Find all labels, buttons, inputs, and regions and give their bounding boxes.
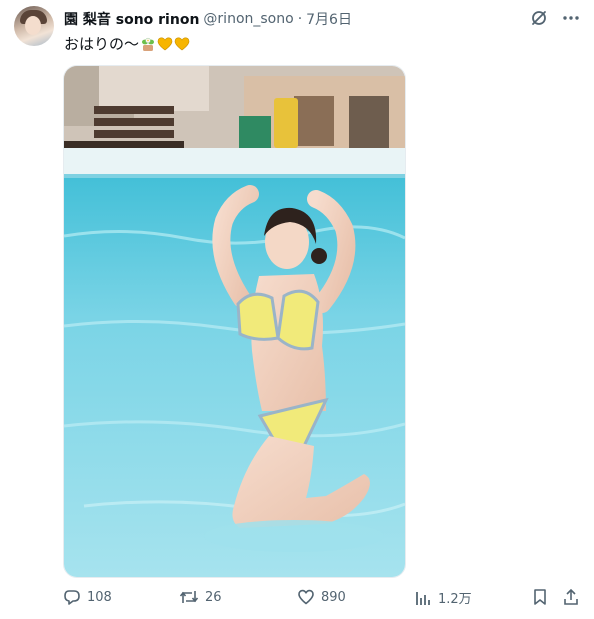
tweet-header: 園 梨音 sono rinon @rinon_sono · 7月6日 bbox=[64, 9, 352, 29]
tweet-action-bar: 108 26 890 1.2万 bbox=[0, 588, 594, 610]
share-button[interactable] bbox=[562, 588, 580, 606]
yellow-heart-emoji bbox=[174, 36, 190, 52]
views-icon bbox=[414, 589, 432, 607]
like-count: 890 bbox=[321, 589, 346, 605]
tweet-text: おはりの〜 bbox=[64, 33, 190, 54]
retweet-count: 26 bbox=[205, 589, 222, 605]
views-count: 1.2万 bbox=[438, 592, 472, 607]
heart-icon bbox=[297, 588, 315, 606]
tweet-card[interactable]: 園 梨音 sono rinon @rinon_sono · 7月6日 おはりの〜 bbox=[0, 0, 594, 619]
bookmark-button[interactable] bbox=[531, 588, 549, 606]
reply-icon bbox=[63, 588, 81, 606]
separator-dot: · bbox=[297, 11, 303, 27]
tweet-text-body: おはりの〜 bbox=[64, 35, 140, 53]
avatar[interactable] bbox=[14, 6, 54, 46]
tweet-date[interactable]: 7月6日 bbox=[306, 9, 352, 29]
grok-icon[interactable] bbox=[530, 9, 548, 27]
retweet-button[interactable]: 26 bbox=[179, 588, 222, 606]
like-button[interactable]: 890 bbox=[297, 588, 346, 606]
share-icon bbox=[562, 588, 580, 606]
reply-button[interactable]: 108 bbox=[63, 588, 112, 606]
reply-count: 108 bbox=[87, 589, 112, 605]
more-icon[interactable] bbox=[562, 9, 580, 27]
yellow-heart-emoji bbox=[157, 36, 173, 52]
retweet-icon bbox=[179, 588, 199, 606]
views-button[interactable]: 1.2万 bbox=[414, 588, 472, 607]
display-name[interactable]: 園 梨音 sono rinon bbox=[64, 9, 199, 29]
plant-emoji bbox=[140, 36, 156, 52]
tweet-photo[interactable] bbox=[63, 65, 406, 578]
avatar-face bbox=[25, 16, 41, 35]
tweet-top-icons bbox=[530, 9, 580, 27]
bookmark-icon bbox=[531, 588, 549, 606]
user-handle[interactable]: @rinon_sono bbox=[203, 11, 293, 27]
